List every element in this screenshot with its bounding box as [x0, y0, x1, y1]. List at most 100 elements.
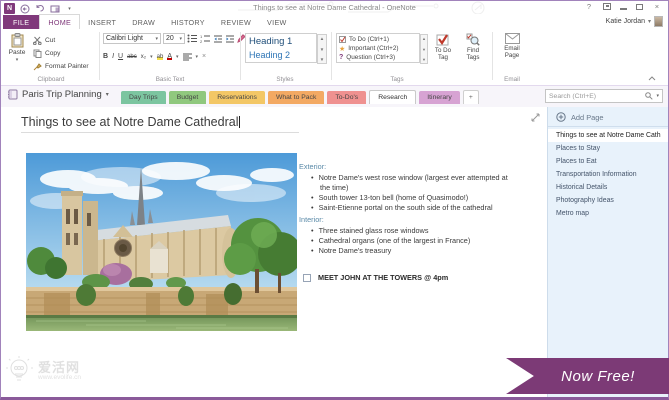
- tab-home[interactable]: HOME: [39, 14, 80, 29]
- style-heading1[interactable]: Heading 1: [249, 35, 313, 49]
- close-icon[interactable]: ×: [652, 2, 662, 11]
- todo-checkbox[interactable]: [303, 274, 311, 282]
- page-bullet-item[interactable]: Three stained glass rose windows: [311, 226, 517, 236]
- decrease-indent-icon[interactable]: [213, 35, 223, 43]
- text-highlight-color-button[interactable]: ab: [157, 54, 164, 60]
- copy-button[interactable]: Copy: [33, 48, 89, 58]
- page-row[interactable]: Metro map: [548, 207, 668, 220]
- section-tab-what-to-pack[interactable]: What to Pack: [268, 91, 324, 104]
- numbered-list-icon[interactable]: 12: [200, 34, 211, 43]
- page-title[interactable]: Things to see at Notre Dame Cathedral: [21, 115, 299, 133]
- tags-scroll[interactable]: ▲ ▼ ▼: [420, 34, 428, 64]
- bold-button[interactable]: B: [103, 53, 108, 60]
- todo-check-icon: [436, 33, 450, 46]
- add-section-button[interactable]: +: [463, 90, 479, 104]
- section-tabs: Day Trips Budget Reservations What to Pa…: [121, 90, 479, 104]
- strikethrough-button[interactable]: abc: [127, 54, 137, 60]
- more-styles-icon[interactable]: ▼: [320, 57, 324, 62]
- account-menu[interactable]: Katie Jordan ▾: [606, 16, 663, 27]
- interior-heading: Interior:: [299, 215, 523, 225]
- section-tab-budget[interactable]: Budget: [169, 91, 207, 104]
- section-tab-day-trips[interactable]: Day Trips: [121, 91, 166, 104]
- undo-icon[interactable]: [34, 4, 45, 14]
- tag-todo[interactable]: To Do (Ctrl+1): [339, 35, 417, 44]
- tab-review[interactable]: REVIEW: [213, 15, 259, 29]
- clipboard-icon: [11, 33, 24, 48]
- tab-history[interactable]: HISTORY: [163, 15, 213, 29]
- maximize-icon[interactable]: [636, 4, 643, 10]
- paste-button[interactable]: Paste ▾: [5, 33, 29, 63]
- notebook-dropdown[interactable]: Paris Trip Planning ▾: [7, 89, 109, 100]
- page-bullet-item[interactable]: Saint-Etienne portal on the south side o…: [311, 203, 517, 213]
- add-page-label: Add Page: [571, 113, 603, 122]
- font-name-select[interactable]: Calibri Light ▾: [103, 33, 161, 44]
- section-tab-itinerary[interactable]: Itinerary: [419, 91, 460, 104]
- clear-formatting-button[interactable]: ×: [202, 53, 206, 60]
- onenote-logo-icon[interactable]: N: [4, 3, 15, 14]
- help-icon[interactable]: ?: [584, 2, 594, 11]
- dock-to-desktop-icon[interactable]: [49, 4, 60, 14]
- scroll-down-icon[interactable]: ▼: [422, 47, 426, 52]
- scroll-down-icon[interactable]: ▼: [320, 47, 324, 52]
- subscript-button[interactable]: x₂: [141, 54, 146, 60]
- page-row[interactable]: Photography Ideas: [548, 194, 668, 207]
- page-row[interactable]: Things to see at Notre Dame Cath: [548, 129, 668, 142]
- section-tab-reservations[interactable]: Reservations: [209, 91, 265, 104]
- find-tags-button[interactable]: Find Tags: [462, 33, 484, 61]
- underline-button[interactable]: U: [118, 53, 123, 60]
- tab-draw[interactable]: DRAW: [124, 15, 163, 29]
- font-size-select[interactable]: 20 ▾: [163, 33, 185, 44]
- tab-file[interactable]: FILE: [3, 15, 39, 29]
- ribbon-display-options-icon[interactable]: [603, 3, 611, 10]
- minimize-icon[interactable]: [620, 4, 627, 10]
- scissors-icon: [33, 36, 42, 45]
- find-tags-magnifier-icon: [466, 33, 480, 46]
- page-bullet-item[interactable]: Notre Dame's treasury: [311, 246, 517, 256]
- scroll-up-icon[interactable]: ▲: [320, 36, 324, 41]
- onenote-window: N ▾ Things to see at Notre Dame Cathedra…: [0, 0, 669, 400]
- styles-scroll[interactable]: ▲ ▼ ▼: [317, 34, 327, 64]
- page-list-sidebar: Add Page Things to see at Notre Dame Cat…: [547, 107, 668, 397]
- font-color-button[interactable]: A: [167, 53, 172, 60]
- notes-column[interactable]: Exterior: Notre Dame's west rose window …: [299, 162, 523, 283]
- page-row[interactable]: Places to Stay: [548, 142, 668, 155]
- chevron-down-icon[interactable]: ▾: [656, 93, 659, 99]
- page-canvas[interactable]: Things to see at Notre Dame Cathedral: [1, 107, 547, 397]
- cut-button[interactable]: Cut: [33, 35, 89, 45]
- user-name: Katie Jordan: [606, 18, 645, 25]
- back-icon[interactable]: [19, 4, 30, 14]
- section-tab-todos[interactable]: To-Do's: [327, 91, 366, 104]
- increase-indent-icon[interactable]: [225, 35, 235, 43]
- style-heading2[interactable]: Heading 2: [249, 49, 313, 62]
- notre-dame-photo[interactable]: [26, 153, 297, 331]
- page-bullet-item[interactable]: South tower 13-ton bell (home of Quasimo…: [311, 193, 517, 203]
- full-page-view-icon[interactable]: [531, 113, 540, 122]
- customize-qat-icon[interactable]: ▾: [64, 4, 75, 14]
- add-page-button[interactable]: Add Page: [548, 107, 668, 127]
- cut-label: Cut: [45, 37, 55, 44]
- collapse-ribbon-icon[interactable]: [648, 76, 656, 81]
- scroll-up-icon[interactable]: ▲: [422, 36, 426, 41]
- bullet-list-icon[interactable]: [187, 34, 198, 43]
- more-tags-icon[interactable]: ▼: [422, 57, 426, 62]
- tab-view[interactable]: VIEW: [259, 15, 295, 29]
- tab-insert[interactable]: INSERT: [80, 15, 124, 29]
- paragraph-alignment-icon[interactable]: [183, 53, 192, 61]
- todo-text[interactable]: MEET JOHN AT THE TOWERS @ 4pm: [318, 273, 448, 283]
- search-input[interactable]: Search (Ctrl+E) ▾: [545, 89, 663, 103]
- italic-button[interactable]: I: [112, 53, 114, 60]
- tag-important[interactable]: ★ Important (Ctrl+2): [339, 44, 417, 53]
- chevron-down-icon: ▾: [648, 18, 651, 25]
- page-row[interactable]: Transportation Information: [548, 168, 668, 181]
- page-row[interactable]: Historical Details: [548, 181, 668, 194]
- clipboard-group: Paste ▾ Cut Copy Format Painter Clipboar…: [3, 31, 99, 85]
- page-bullet-item[interactable]: Notre Dame's west rose window (largest e…: [311, 173, 517, 193]
- group-divider: [492, 32, 493, 80]
- todo-tag-button[interactable]: To Do Tag: [432, 33, 454, 61]
- page-row[interactable]: Places to Eat: [548, 155, 668, 168]
- format-painter-button[interactable]: Format Painter: [33, 61, 89, 71]
- section-tab-research[interactable]: Research: [369, 90, 416, 104]
- tag-question[interactable]: ? Question (Ctrl+3): [339, 53, 417, 62]
- page-bullet-item[interactable]: Cathedral organs (one of the largest in …: [311, 236, 517, 246]
- email-page-button[interactable]: Email Page: [499, 33, 525, 59]
